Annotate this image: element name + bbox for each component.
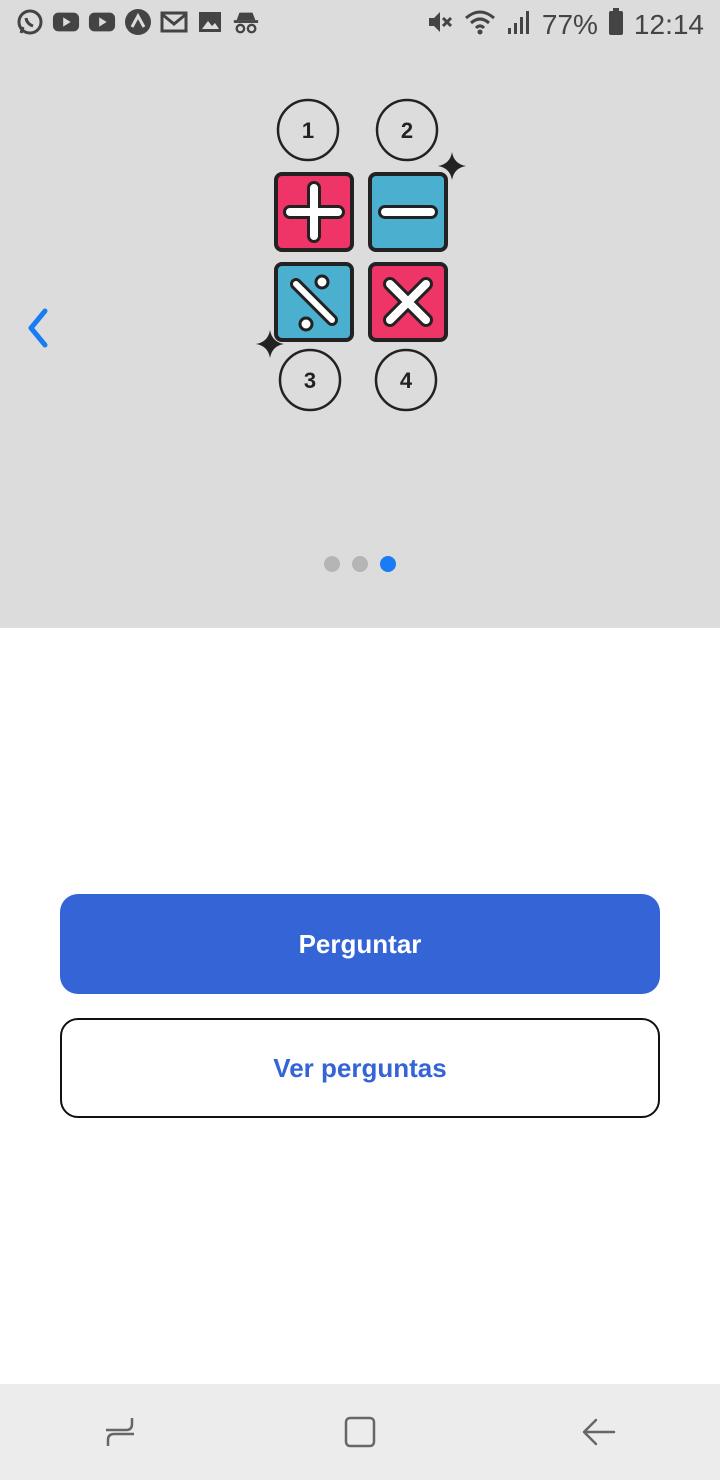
home-icon	[344, 1416, 376, 1448]
number-circle-1: 1	[276, 98, 340, 162]
back-arrow-icon	[582, 1418, 616, 1446]
plus-icon	[274, 172, 354, 252]
whatsapp-icon	[16, 8, 44, 36]
divide-icon	[274, 262, 354, 342]
wifi-icon	[464, 8, 496, 43]
mute-icon	[426, 8, 454, 43]
clock: 12:14	[633, 9, 704, 40]
app-icon	[124, 8, 152, 36]
number-circle-3: 3	[278, 348, 342, 412]
number-label-4: 4	[400, 368, 413, 393]
onboarding-carousel[interactable]: 1 2 3 4	[0, 50, 720, 628]
system-nav-bar	[0, 1384, 720, 1480]
recent-apps-button[interactable]	[80, 1392, 160, 1472]
incognito-icon	[232, 8, 260, 36]
number-circle-2: 2	[375, 98, 439, 162]
ask-button-label: Perguntar	[298, 928, 422, 959]
number-label-2: 2	[401, 118, 413, 143]
back-button[interactable]	[560, 1392, 640, 1472]
ask-button[interactable]: Perguntar	[60, 894, 660, 994]
battery-percent: 77%	[541, 9, 598, 40]
gallery-icon	[196, 8, 224, 36]
system-status: 77% 12:14	[426, 6, 704, 44]
number-label-3: 3	[304, 368, 316, 393]
gmail-icon	[160, 8, 188, 36]
multiply-icon	[368, 262, 448, 342]
chevron-left-icon	[28, 308, 48, 348]
status-bar: 77% 12:14	[0, 0, 720, 50]
number-label-1: 1	[302, 118, 314, 143]
page-dot-3[interactable]	[380, 556, 396, 572]
recent-apps-icon	[106, 1418, 134, 1446]
youtube-icon	[52, 8, 80, 36]
signal-icon	[506, 8, 532, 43]
youtube-icon	[88, 8, 116, 36]
notification-icons	[16, 8, 260, 36]
view-questions-button[interactable]: Ver perguntas	[60, 1018, 660, 1118]
view-questions-button-label: Ver perguntas	[273, 1052, 447, 1083]
page-dot-2[interactable]	[352, 556, 368, 572]
math-operations-illustration: 1 2 3 4	[256, 98, 466, 412]
pagination-dots	[0, 556, 720, 572]
home-button[interactable]	[320, 1392, 400, 1472]
number-circle-4: 4	[374, 348, 438, 412]
battery-icon	[608, 7, 624, 43]
minus-icon	[368, 172, 448, 252]
page-dot-1[interactable]	[324, 556, 340, 572]
previous-slide-button[interactable]	[18, 302, 58, 354]
